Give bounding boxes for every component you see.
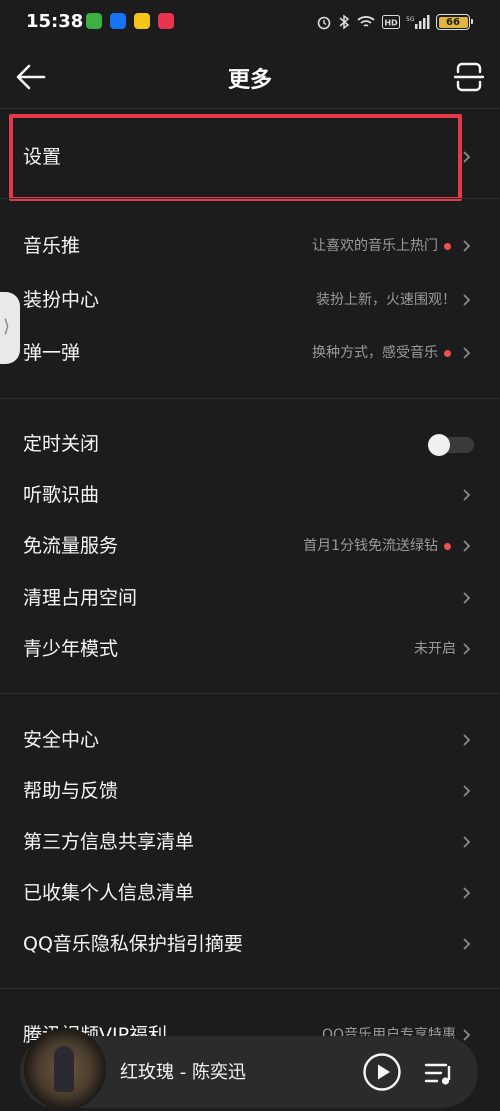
chevron-right-icon [463,240,471,252]
hd-icon: HD [382,15,400,29]
red-dot-badge [444,350,451,357]
privacy-label: QQ音乐隐私保护指引摘要 [23,933,243,955]
clean-label: 清理占用空间 [23,587,138,609]
timer-label: 定时关闭 [23,433,100,455]
collected-info-label: 已收集个人信息清单 [23,882,195,904]
divider [0,398,500,399]
collected-info-row[interactable]: 已收集个人信息清单 [0,868,500,918]
chevron-right-icon [463,540,471,552]
playlist-icon[interactable] [422,1056,456,1090]
chevron-right-icon [463,938,471,950]
chevron-right-icon [463,347,471,359]
app-icon-green [86,13,102,29]
highlight-box [9,114,462,201]
third-party-label: 第三方信息共享清单 [23,831,195,853]
status-time: 15:38 [26,11,84,32]
music-push-label: 音乐推 [23,235,81,257]
signal-icon: 5G [406,15,430,29]
video-app-icon [158,13,174,29]
music-push-sub: 让喜欢的音乐上热门 [312,238,438,254]
clean-row[interactable]: 清理占用空间 [0,573,500,623]
chevron-right-icon [463,294,471,306]
red-dot-badge [444,243,451,250]
dressup-label: 装扮中心 [23,289,100,311]
bluetooth-icon [339,14,350,30]
third-party-row[interactable]: 第三方信息共享清单 [0,817,500,867]
page-title: 更多 [227,68,272,93]
svg-text:5G: 5G [406,16,415,23]
divider [0,693,500,694]
chevron-right-icon [463,734,471,746]
battery-level: 66 [438,16,468,28]
free-data-row[interactable]: 免流量服务 首月1分钱免流送绿钻 [0,521,500,571]
header: 更多 [0,46,500,108]
tanyitan-sub: 换种方式，感受音乐 [312,345,438,361]
timer-toggle[interactable] [428,434,474,456]
recognize-row[interactable]: 听歌识曲 [0,470,500,520]
recognize-label: 听歌识曲 [23,484,100,506]
privacy-row[interactable]: QQ音乐隐私保护指引摘要 [0,919,500,969]
scan-icon[interactable] [452,60,486,94]
zhihu-icon [110,13,126,29]
chevron-right-icon [463,643,471,655]
status-bar: 15:38 HD 5G 66 [0,0,500,46]
status-icons: HD 5G 66 [316,11,473,33]
divider [0,988,500,989]
help-label: 帮助与反馈 [23,780,119,802]
security-label: 安全中心 [23,729,100,751]
divider [0,198,500,199]
battery-icon: 66 [436,14,473,30]
chevron-right-icon [463,887,471,899]
chevron-right-icon [463,785,471,797]
red-dot-badge [444,543,451,550]
mini-player[interactable]: 红玫瑰 - 陈奕迅 [20,1028,478,1110]
dressup-sub: 装扮上新，火速围观！ [316,292,456,308]
divider [0,108,500,109]
free-data-label: 免流量服务 [23,535,119,557]
now-playing-title: 红玫瑰 - 陈奕迅 [120,1062,246,1083]
help-row[interactable]: 帮助与反馈 [0,766,500,816]
tanyitan-label: 弹一弹 [23,342,81,364]
tanyitan-row[interactable]: 弹一弹 换种方式，感受音乐 [0,328,500,378]
toggle-knob [428,434,450,456]
chevron-right-icon: ⟩ [3,316,11,337]
app-icon-yellow [134,13,150,29]
teen-mode-label: 青少年模式 [23,638,119,660]
wifi-icon [357,16,375,27]
teen-mode-status: 未开启 [414,641,456,657]
chevron-right-icon [463,592,471,604]
album-cover[interactable] [24,1028,106,1110]
chevron-right-icon [463,151,471,163]
teen-mode-row[interactable]: 青少年模式 未开启 [0,624,500,674]
chevron-right-icon [463,1029,471,1041]
music-push-row[interactable]: 音乐推 让喜欢的音乐上热门 [0,221,500,271]
side-drawer-handle[interactable]: ⟩ [0,292,20,364]
svg-text:HD: HD [384,19,398,28]
free-data-sub: 首月1分钱免流送绿钻 [303,538,438,554]
play-icon[interactable] [362,1052,402,1092]
security-row[interactable]: 安全中心 [0,715,500,765]
timer-row: 定时关闭 [0,419,500,469]
dressup-row[interactable]: 装扮中心 装扮上新，火速围观！ [0,275,500,325]
alarm-icon [317,16,331,30]
chevron-right-icon [463,836,471,848]
chevron-right-icon [463,489,471,501]
